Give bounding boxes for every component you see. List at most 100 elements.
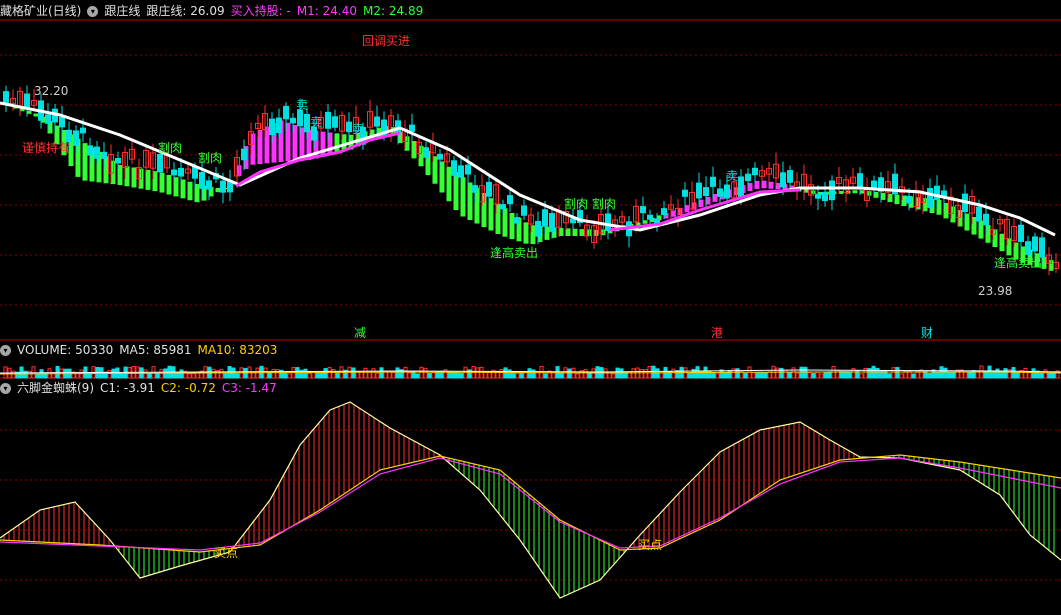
candle-body <box>738 176 744 198</box>
volume-bar <box>631 368 636 379</box>
indicator-name[interactable]: 跟庄线 <box>104 4 140 18</box>
spider-header: ▾ 六脚金蜘蛛(9) C1: -3.91 C2: -0.72 C3: -1.47 <box>0 379 283 397</box>
volume-bar <box>87 372 92 379</box>
candle-body <box>73 130 79 146</box>
volume-bar <box>323 368 328 379</box>
volume-bar <box>819 373 824 379</box>
volume-bar <box>403 366 408 379</box>
candle-body <box>409 124 415 132</box>
candle-body <box>927 187 933 208</box>
volume-bar <box>567 368 572 379</box>
candle-body <box>157 153 163 173</box>
event-marker[interactable]: 减 <box>354 326 366 340</box>
line-value: 跟庄线: 26.09 <box>146 4 225 18</box>
volume-bar <box>751 372 756 379</box>
volume-bar <box>767 371 772 379</box>
annotation-label: 谨慎持有 <box>22 141 71 155</box>
candle-body <box>199 172 205 189</box>
volume-bar <box>847 371 852 379</box>
candle-body <box>752 167 758 176</box>
volume-bar <box>311 371 316 379</box>
main-header: 藏格矿业(日线) ▾ 跟庄线 跟庄线: 26.09 买入持股: - M1: 24.40 M2… <box>0 2 429 20</box>
volume-bar <box>815 371 820 379</box>
volume-bar <box>107 370 112 379</box>
candle-body <box>983 213 989 226</box>
candle-body <box>87 145 93 156</box>
candle-body <box>283 105 289 120</box>
volume-bar <box>423 367 428 379</box>
candle-body <box>297 109 303 127</box>
candle-body <box>304 113 310 133</box>
candle-body <box>857 173 863 189</box>
volume-bar <box>963 371 968 379</box>
annotation-label: 卖 <box>352 122 365 136</box>
volume-bar <box>643 369 648 379</box>
volume-bar <box>235 373 240 379</box>
chart-window: 藏格矿业(日线) ▾ 跟庄线 跟庄线: 26.09 买入持股: - M1: 24.40 M2… <box>0 0 1061 615</box>
chevron-down-icon[interactable]: ▾ <box>87 6 99 17</box>
volume-bar <box>803 366 808 379</box>
volume-bar <box>735 368 740 379</box>
volume-bar <box>715 373 720 379</box>
annotation-label: 割肉 <box>158 141 183 155</box>
volume-bar <box>23 370 28 379</box>
stock-title: 藏格矿业(日线) <box>0 4 82 18</box>
candle-body <box>871 180 877 188</box>
volume-bar <box>427 372 432 379</box>
ma5-value: MA5: 85981 <box>119 343 192 357</box>
spider-c2-line <box>0 454 1061 553</box>
volume-bar <box>1011 367 1016 379</box>
candle-body <box>311 126 317 141</box>
volume-bar <box>575 373 580 379</box>
candle-body <box>1039 237 1045 258</box>
volume-bar <box>455 371 460 379</box>
annotation-label: 割肉 <box>198 151 223 165</box>
volume-bar <box>435 371 440 379</box>
spider-name[interactable]: 六脚金蜘蛛(9) <box>17 381 94 395</box>
volume-bar <box>27 370 32 379</box>
c1-value: C1: -3.91 <box>100 381 155 395</box>
candle-body <box>780 172 786 188</box>
volume-bar <box>367 371 372 379</box>
volume-bar <box>147 373 152 379</box>
c2-value: C2: -0.72 <box>160 381 216 395</box>
candle-body <box>906 195 912 204</box>
chevron-down-icon[interactable]: ▾ <box>0 383 11 394</box>
annotation-label: 回调买进 <box>362 34 411 48</box>
volume-bar <box>659 372 664 379</box>
volume-bar <box>475 367 480 379</box>
candle-body <box>815 193 821 199</box>
volume-bar <box>1039 372 1044 379</box>
spider-buy-marker: 买点 <box>214 546 239 560</box>
volume-bar <box>179 369 184 379</box>
volume-bar <box>611 373 616 379</box>
chevron-down-icon[interactable]: ▾ <box>0 345 11 356</box>
volume-bar <box>303 368 308 379</box>
volume-bar <box>535 372 540 379</box>
volume-bar <box>451 372 456 379</box>
ma10-value: MA10: 83203 <box>197 343 278 357</box>
event-marker[interactable]: 财 <box>921 326 933 340</box>
event-marker[interactable]: 港 <box>711 326 723 340</box>
volume-bar <box>187 373 192 379</box>
candle-body <box>220 180 226 193</box>
volume-bar <box>1015 372 1020 379</box>
volume-bar <box>371 368 376 379</box>
candle-body <box>24 93 30 110</box>
volume-bar <box>859 373 864 379</box>
volume-bar <box>391 371 396 379</box>
volume-bar <box>219 368 224 379</box>
annotation-label: 割肉 割肉 <box>564 197 616 211</box>
volume-bar <box>671 368 676 379</box>
volume-bar <box>407 372 412 379</box>
annotation-label: 卖 <box>726 169 739 183</box>
volume-bar <box>551 371 556 379</box>
volume-bar <box>811 373 816 379</box>
candle-body <box>1018 224 1024 242</box>
volume-bar <box>395 367 400 379</box>
candle-body <box>724 184 730 199</box>
candle-body <box>486 181 492 197</box>
candle-body <box>507 195 513 205</box>
volume-bar <box>487 371 492 379</box>
chart-canvas[interactable] <box>0 0 1061 615</box>
